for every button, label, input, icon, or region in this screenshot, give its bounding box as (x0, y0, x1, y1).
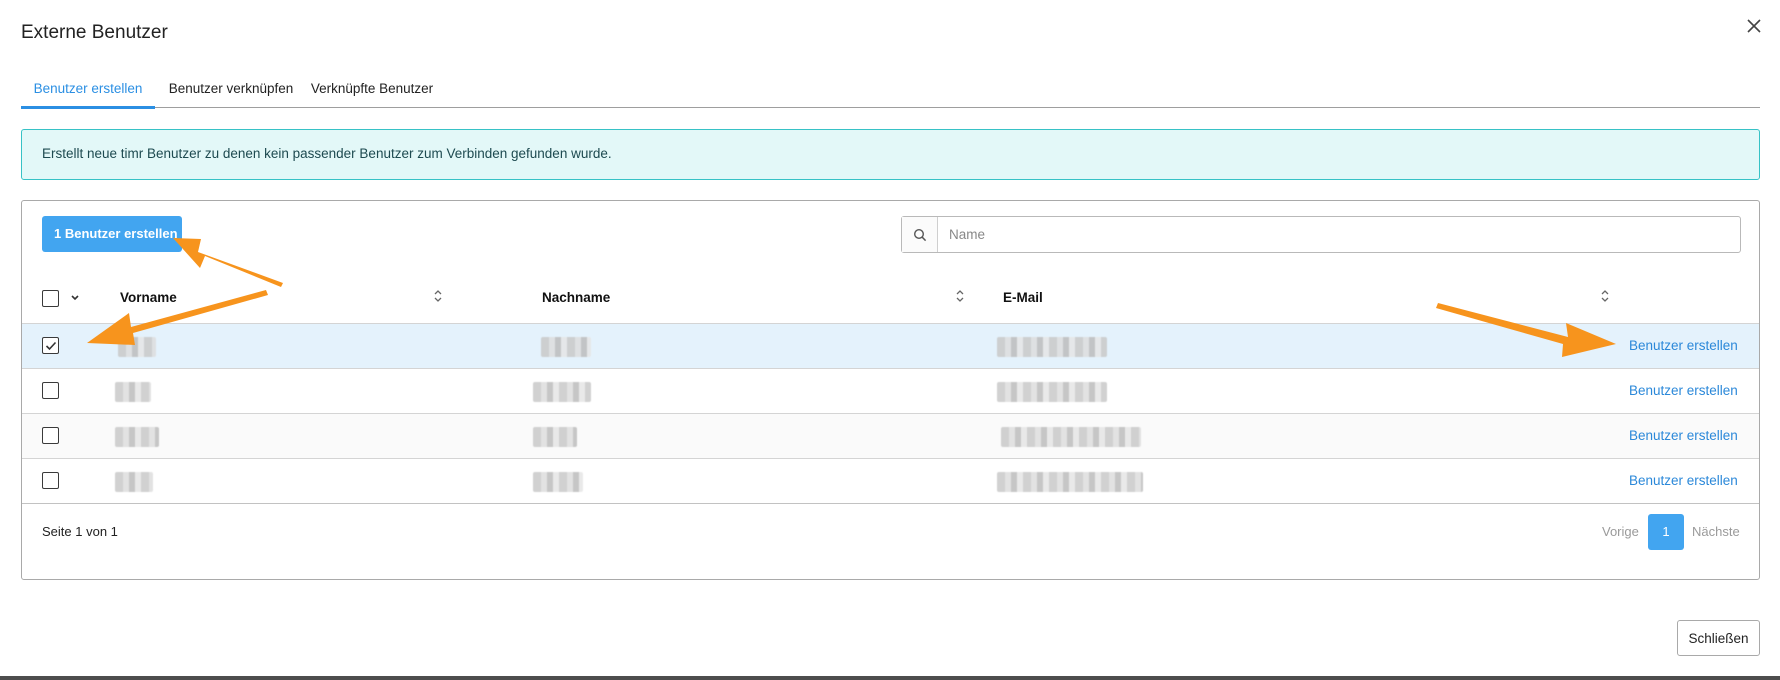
tab-benutzer-verknuepfen[interactable]: Benutzer verknüpfen (168, 70, 294, 108)
redacted-email (997, 382, 1107, 402)
redacted-first-name (118, 337, 156, 357)
info-text: Erstellt neue timr Benutzer zu denen kei… (42, 146, 612, 161)
pagination-prev[interactable]: Vorige (1602, 524, 1639, 539)
table-row[interactable]: Benutzer erstellen (22, 368, 1759, 413)
column-header-nachname[interactable]: Nachname (542, 290, 610, 305)
redacted-first-name (115, 382, 151, 402)
window-bottom-edge (0, 676, 1780, 680)
check-icon (45, 341, 56, 350)
table-bottom-border (22, 503, 1759, 504)
close-button[interactable]: Schließen (1677, 620, 1760, 656)
pagination-summary: Seite 1 von 1 (42, 524, 118, 539)
search-box (901, 216, 1741, 253)
create-user-link[interactable]: Benutzer erstellen (1629, 338, 1738, 353)
redacted-last-name (533, 427, 577, 447)
search-input[interactable] (938, 217, 1740, 252)
redacted-last-name (541, 337, 591, 357)
chevron-down-icon[interactable] (69, 293, 81, 303)
select-all-checkbox[interactable] (42, 290, 59, 307)
redacted-last-name (533, 472, 583, 492)
sort-icon[interactable] (1599, 287, 1611, 305)
redacted-email (997, 472, 1143, 492)
pagination-next[interactable]: Nächste (1692, 524, 1740, 539)
row-checkbox[interactable] (42, 427, 59, 444)
table-header: Vorname Nachname E-Mail (22, 268, 1759, 323)
close-icon[interactable] (1742, 14, 1766, 38)
search-icon[interactable] (902, 217, 938, 252)
row-checkbox[interactable] (42, 337, 59, 354)
row-checkbox[interactable] (42, 382, 59, 399)
column-header-email[interactable]: E-Mail (1003, 290, 1043, 305)
info-alert: Erstellt neue timr Benutzer zu denen kei… (21, 129, 1760, 180)
redacted-last-name (533, 382, 591, 402)
users-panel: 1 Benutzer erstellen Vorname Nachname E-… (21, 200, 1760, 580)
redacted-email (1001, 427, 1141, 447)
sort-icon[interactable] (432, 287, 444, 305)
tab-bar: Benutzer erstellen Benutzer verknüpfen V… (21, 70, 1760, 109)
dialog-title: Externe Benutzer (21, 22, 168, 43)
tab-benutzer-erstellen[interactable]: Benutzer erstellen (21, 70, 155, 109)
table-row[interactable]: Benutzer erstellen (22, 413, 1759, 458)
column-header-vorname[interactable]: Vorname (120, 290, 177, 305)
create-user-link[interactable]: Benutzer erstellen (1629, 428, 1738, 443)
sort-icon[interactable] (954, 287, 966, 305)
redacted-first-name (115, 472, 153, 492)
table-row[interactable]: Benutzer erstellen (22, 458, 1759, 503)
row-checkbox[interactable] (42, 472, 59, 489)
redacted-first-name (115, 427, 159, 447)
create-users-button[interactable]: 1 Benutzer erstellen (42, 216, 182, 252)
tab-verknuepfte-benutzer[interactable]: Verknüpfte Benutzer (310, 70, 434, 108)
table-body: Benutzer erstellen Benutzer erstellen Be… (22, 323, 1759, 503)
pagination-page-1[interactable]: 1 (1648, 514, 1684, 550)
redacted-email (997, 337, 1107, 357)
create-user-link[interactable]: Benutzer erstellen (1629, 383, 1738, 398)
create-user-link[interactable]: Benutzer erstellen (1629, 473, 1738, 488)
table-row[interactable]: Benutzer erstellen (22, 323, 1759, 368)
